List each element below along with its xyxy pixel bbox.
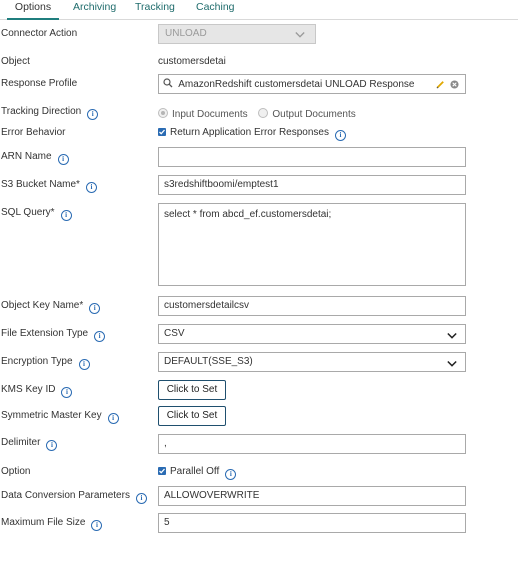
symmetric-master-key-button[interactable]: Click to Set	[158, 406, 226, 426]
tab-tracking[interactable]: Tracking	[135, 1, 175, 18]
info-icon[interactable]: i	[85, 182, 97, 193]
radio-output-documents[interactable]: Output Documents	[258, 108, 356, 120]
s3-bucket-name-label: S3 Bucket Name* i	[1, 179, 97, 193]
chevron-down-icon	[295, 32, 305, 38]
data-conversion-parameters-label: Data Conversion Parameters i	[1, 490, 147, 504]
tracking-direction-label: Tracking Direction i	[1, 106, 99, 120]
error-behavior-label: Error Behavior	[1, 127, 66, 138]
radio-input-documents[interactable]: Input Documents	[158, 108, 248, 120]
tab-bar: Options Archiving Tracking Caching	[0, 0, 518, 20]
object-key-name-input[interactable]: customersdetailcsv	[158, 296, 466, 316]
info-icon[interactable]: i	[334, 130, 346, 141]
clear-icon[interactable]	[450, 80, 459, 89]
info-icon[interactable]: i	[60, 210, 72, 221]
response-profile-value: AmazonRedshift customersdetai UNLOAD Res…	[178, 79, 415, 90]
info-icon[interactable]: i	[46, 440, 58, 451]
symmetric-master-key-label: Symmetric Master Key i	[1, 410, 119, 424]
delimiter-label: Delimiter i	[1, 437, 58, 451]
info-icon[interactable]: i	[107, 413, 119, 424]
encryption-type-label: Encryption Type i	[1, 356, 90, 370]
info-icon[interactable]: i	[225, 469, 237, 480]
info-icon[interactable]: i	[94, 331, 106, 342]
encryption-type-select[interactable]: DEFAULT(SSE_S3)	[158, 352, 466, 372]
sql-query-textarea[interactable]: select * from abcd_ef.customersdetai;	[158, 203, 466, 286]
checkmark-icon	[159, 468, 165, 474]
kms-key-id-button[interactable]: Click to Set	[158, 380, 226, 400]
info-icon[interactable]: i	[57, 154, 69, 165]
info-icon[interactable]: i	[91, 520, 103, 531]
tab-archiving[interactable]: Archiving	[73, 1, 116, 18]
info-icon[interactable]: i	[89, 303, 101, 314]
option-label: Option	[1, 466, 31, 477]
kms-key-id-label: KMS Key ID i	[1, 384, 73, 398]
tracking-direction-group: Input Documents Output Documents	[158, 108, 356, 121]
response-profile-field[interactable]: AmazonRedshift customersdetai UNLOAD Res…	[158, 74, 466, 94]
tab-caching[interactable]: Caching	[196, 1, 235, 18]
info-icon[interactable]: i	[78, 359, 90, 370]
checkmark-icon	[159, 129, 165, 135]
connector-action-value: UNLOAD	[165, 28, 207, 39]
s3-bucket-name-input[interactable]: s3redshiftboomi/emptest1	[158, 175, 466, 195]
data-conversion-parameters-input[interactable]: ALLOWOVERWRITE	[158, 486, 466, 506]
info-icon[interactable]: i	[87, 109, 99, 120]
pencil-icon[interactable]	[436, 80, 445, 89]
object-key-name-label: Object Key Name* i	[1, 300, 101, 314]
chevron-down-icon	[447, 332, 457, 339]
search-icon	[163, 78, 173, 88]
chevron-down-icon	[447, 360, 457, 367]
arn-name-input[interactable]	[158, 147, 466, 167]
maximum-file-size-label: Maximum File Size i	[1, 517, 103, 531]
encryption-type-value: DEFAULT(SSE_S3)	[164, 356, 253, 367]
maximum-file-size-input[interactable]: 5	[158, 513, 466, 533]
tab-options[interactable]: Options	[7, 1, 59, 20]
file-extension-type-value: CSV	[164, 328, 185, 339]
file-extension-type-select[interactable]: CSV	[158, 324, 466, 344]
info-icon[interactable]: i	[61, 387, 73, 398]
object-label: Object	[1, 56, 30, 67]
sql-query-label: SQL Query* i	[1, 207, 72, 221]
delimiter-input[interactable]: ,	[158, 434, 466, 454]
connector-action-select: UNLOAD	[158, 24, 316, 44]
file-extension-type-label: File Extension Type i	[1, 328, 106, 342]
arn-name-label: ARN Name i	[1, 151, 69, 165]
info-icon[interactable]: i	[135, 493, 147, 504]
parallel-off-checkbox[interactable]: Parallel Off i	[158, 466, 237, 480]
connector-action-label: Connector Action	[1, 28, 78, 39]
object-value: customersdetai	[158, 56, 226, 67]
error-behavior-checkbox[interactable]: Return Application Error Responses i	[158, 127, 346, 141]
response-profile-label: Response Profile	[1, 78, 78, 89]
